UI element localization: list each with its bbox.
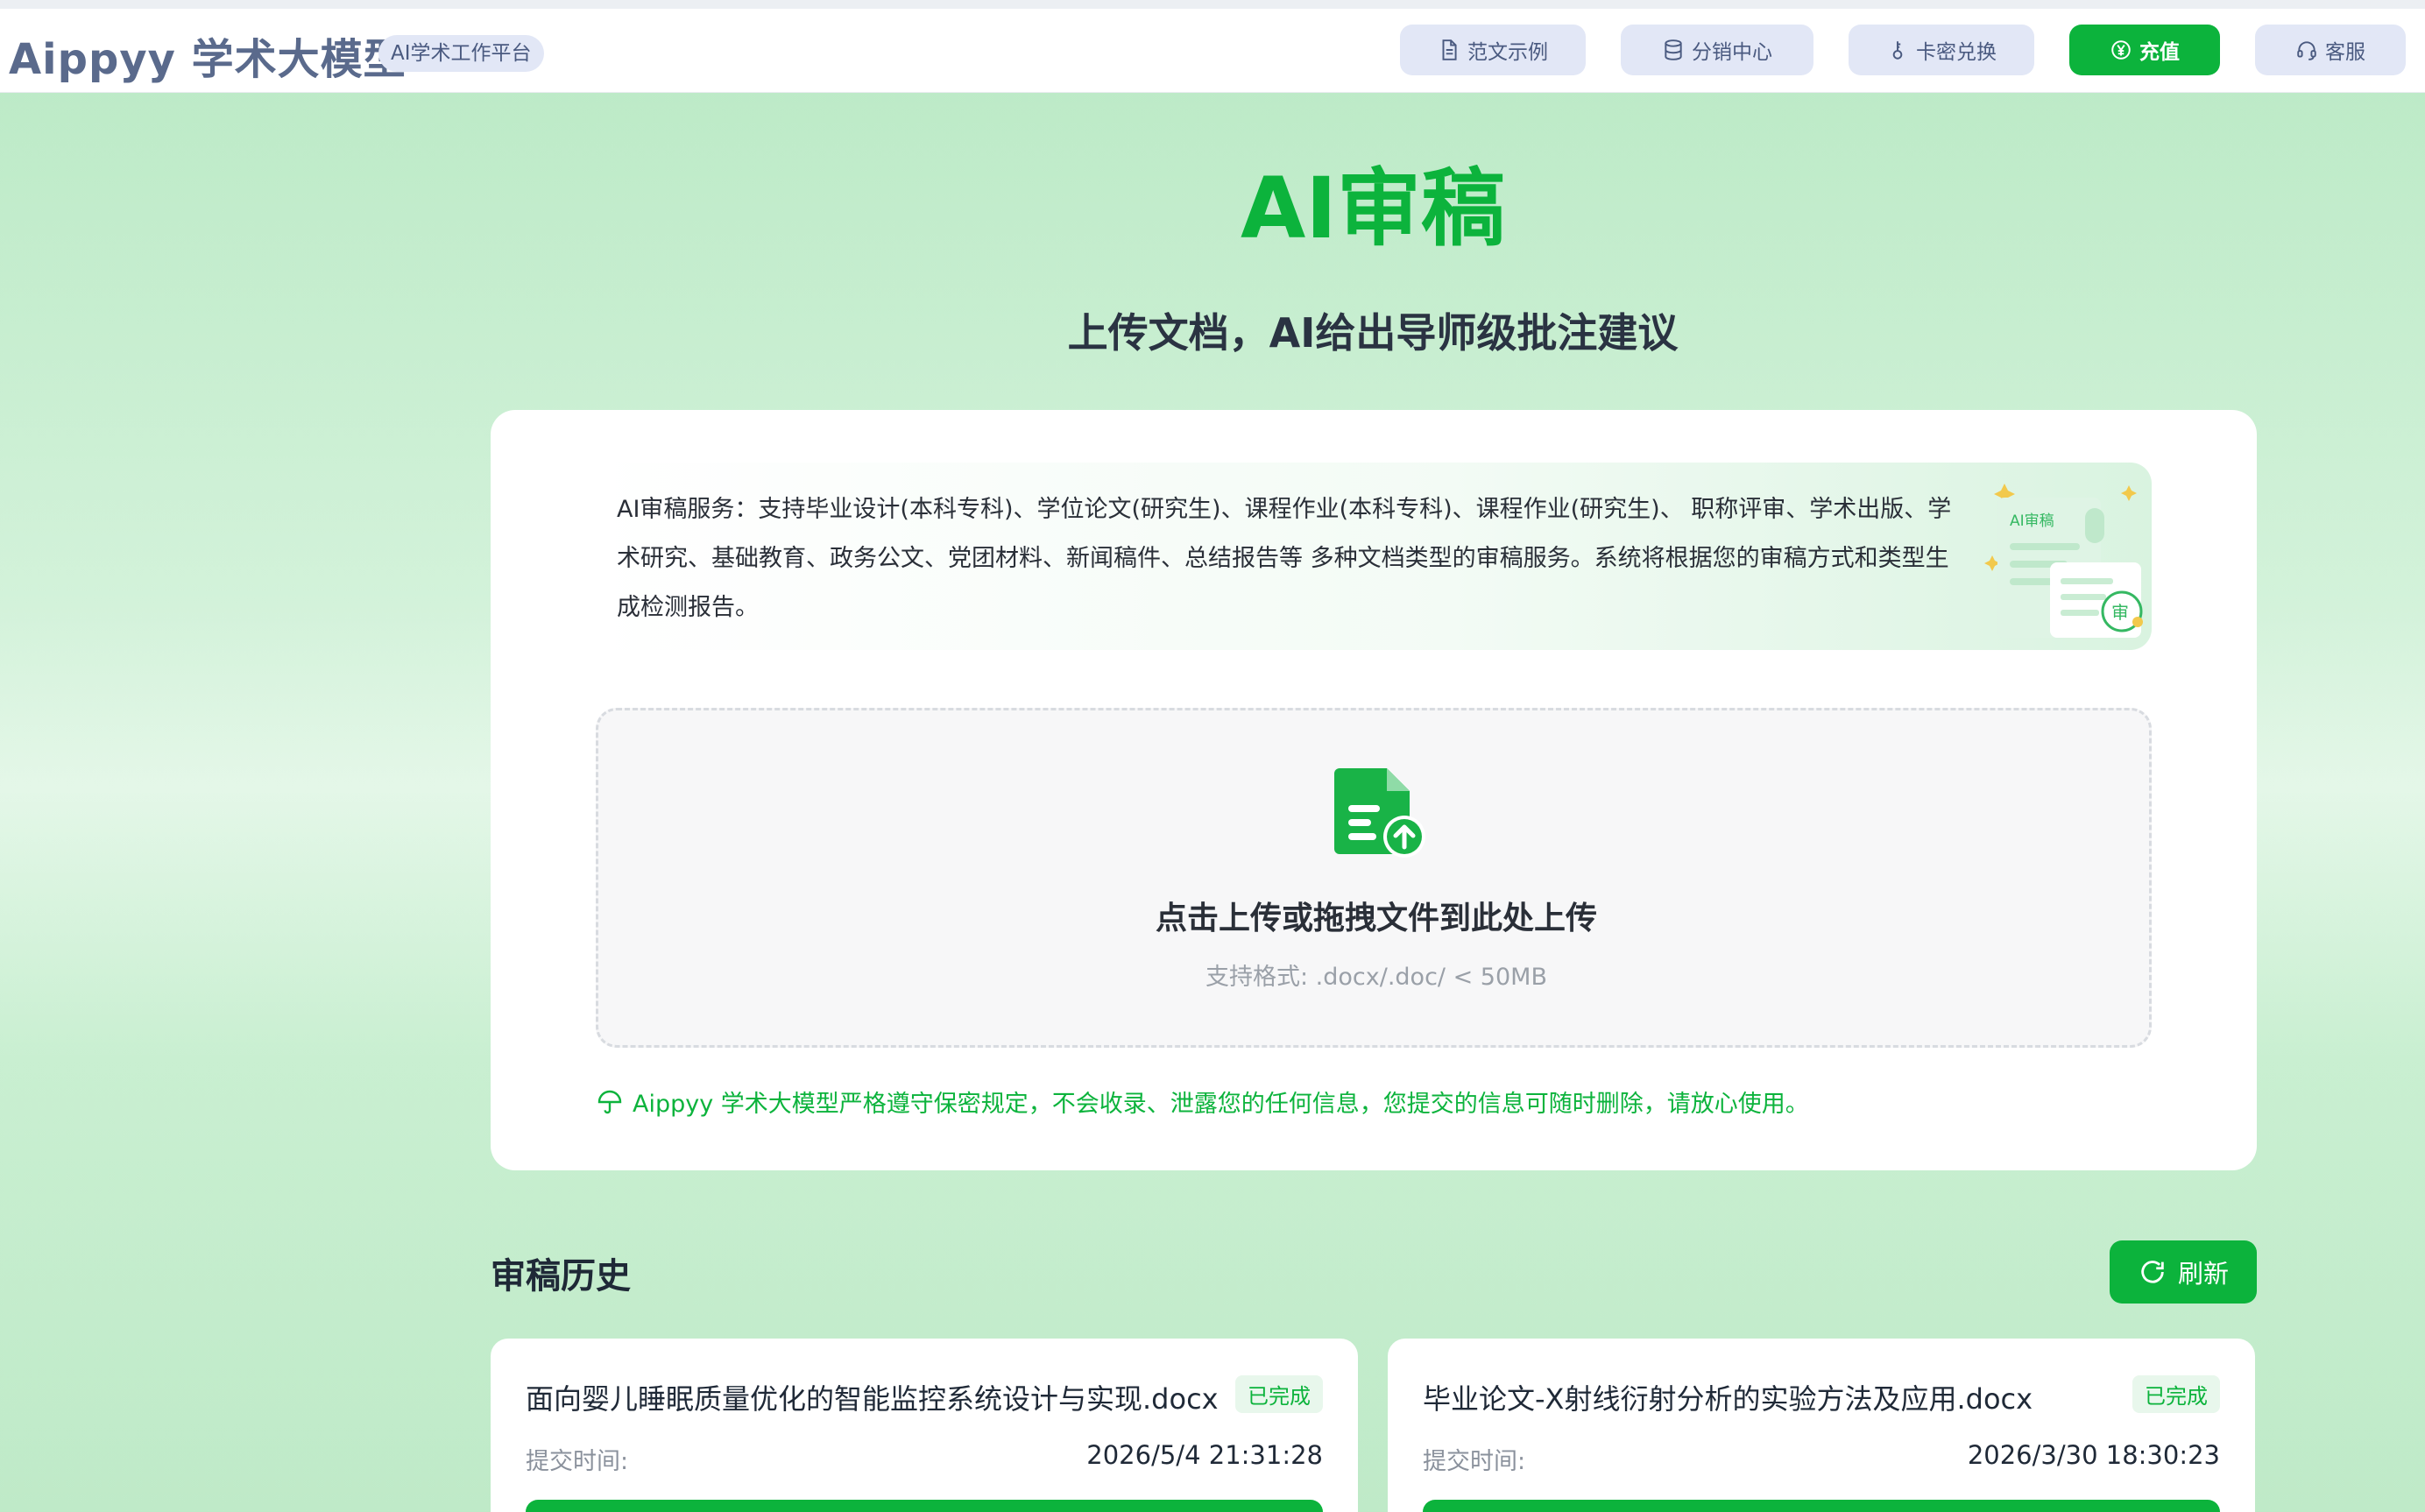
document-icon bbox=[1442, 39, 1457, 60]
submit-time-value: 2026/5/4 21:31:28 bbox=[1086, 1440, 1323, 1470]
refresh-button[interactable]: 刷新 bbox=[2110, 1240, 2257, 1304]
history-card[interactable]: 毕业论文-X射线衍射分析的实验方法及应用.docx 已完成 提交时间: 2026… bbox=[1388, 1339, 2255, 1512]
file-upload-dropzone[interactable]: 点击上传或拖拽文件到此处上传 支持格式: .docx/.doc/ < 50MB bbox=[596, 708, 2152, 1048]
view-report-button[interactable] bbox=[526, 1500, 1323, 1512]
view-report-button[interactable] bbox=[1423, 1500, 2220, 1512]
nav-label: 充值 bbox=[2139, 41, 2180, 64]
history-card[interactable]: 面向婴儿睡眠质量优化的智能监控系统设计与实现.docx 已完成 提交时间: 20… bbox=[491, 1339, 1358, 1512]
file-upload-icon bbox=[1334, 768, 1425, 858]
window-top-edge bbox=[0, 0, 2425, 9]
nav-distribution-button[interactable]: 分销中心 bbox=[1621, 25, 1813, 75]
nav-label: 范文示例 bbox=[1467, 41, 1548, 64]
nav-label: 分销中心 bbox=[1692, 41, 1772, 64]
review-document-illustration-icon: AI审稿 审 bbox=[1984, 484, 2143, 638]
headset-icon bbox=[2297, 41, 2316, 60]
page-subtitle: 上传文档，AI给出导师级批注建议 bbox=[1067, 309, 1679, 357]
brand-logo[interactable]: Aippyy 学术大模型 bbox=[9, 25, 407, 86]
nav-customer-service-button[interactable]: 客服 bbox=[2255, 25, 2406, 75]
service-intro-banner: AI审稿服务：支持毕业设计(本科专科)、学位论文(研究生)、课程作业(本科专科)… bbox=[596, 463, 2152, 650]
database-icon bbox=[1665, 39, 1682, 60]
refresh-label: 刷新 bbox=[2177, 1259, 2229, 1289]
review-card: AI审稿服务：支持毕业设计(本科专科)、学位论文(研究生)、课程作业(本科专科)… bbox=[491, 410, 2257, 1170]
refresh-icon bbox=[2141, 1261, 2164, 1283]
privacy-text: Aippyy 学术大模型严格遵守保密规定，不会收录、泄露您的任何信息，您提交的信… bbox=[633, 1091, 1809, 1118]
svg-text:审: 审 bbox=[2111, 602, 2129, 623]
submit-time-value: 2026/3/30 18:30:23 bbox=[1967, 1440, 2220, 1470]
nav-recharge-button[interactable]: 充值 bbox=[2069, 25, 2220, 75]
page-title: AI审稿 bbox=[1240, 159, 1505, 258]
nav-label: 卡密兑换 bbox=[1916, 41, 1997, 64]
service-description: AI审稿服务：支持毕业设计(本科专科)、学位论文(研究生)、课程作业(本科专科)… bbox=[617, 496, 1952, 621]
history-section-title: 审稿历史 bbox=[491, 1256, 631, 1297]
platform-badge: AI学术工作平台 bbox=[378, 35, 544, 72]
submit-time-label: 提交时间: bbox=[1423, 1448, 1526, 1475]
umbrella-icon bbox=[597, 1090, 622, 1113]
status-badge: 已完成 bbox=[1235, 1375, 1323, 1413]
history-filename: 面向婴儿睡眠质量优化的智能监控系统设计与实现.docx bbox=[526, 1382, 1219, 1416]
key-icon bbox=[1892, 41, 1903, 60]
top-header: Aippyy 学术大模型 AI学术工作平台 范文示例 分销中心 卡密兑换 充值 … bbox=[0, 9, 2425, 93]
nav-sample-essays-button[interactable]: 范文示例 bbox=[1400, 25, 1586, 75]
yuan-coin-icon bbox=[2111, 40, 2131, 60]
upload-title: 点击上传或拖拽文件到此处上传 bbox=[1155, 901, 1597, 936]
status-badge: 已完成 bbox=[2132, 1375, 2220, 1413]
nav-label: 客服 bbox=[2325, 41, 2365, 64]
upload-format-hint: 支持格式: .docx/.doc/ < 50MB bbox=[1205, 964, 1547, 991]
nav-card-redeem-button[interactable]: 卡密兑换 bbox=[1849, 25, 2034, 75]
submit-time-label: 提交时间: bbox=[526, 1448, 629, 1475]
history-filename: 毕业论文-X射线衍射分析的实验方法及应用.docx bbox=[1423, 1382, 2033, 1416]
svg-text:AI审稿: AI审稿 bbox=[2010, 512, 2054, 530]
privacy-notice: Aippyy 学术大模型严格遵守保密规定，不会收录、泄露您的任何信息，您提交的信… bbox=[596, 1085, 2152, 1119]
